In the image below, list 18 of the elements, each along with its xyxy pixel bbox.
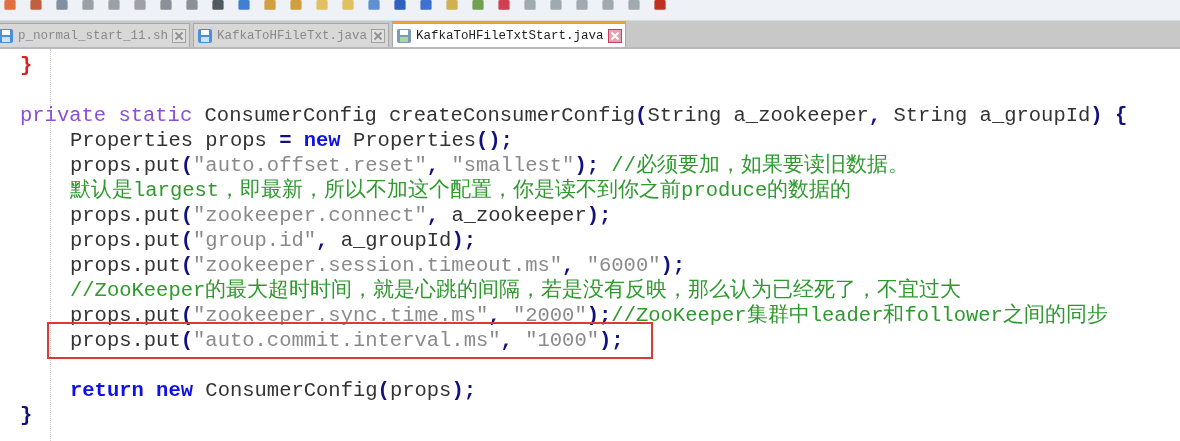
file-tab[interactable]: KafkaToHFileTxt.java — [193, 23, 390, 47]
file-tab[interactable]: p_normal_start_11.sh — [0, 23, 191, 47]
code-line: Properties props = new Properties(); — [70, 128, 513, 153]
close-icon[interactable] — [172, 28, 187, 43]
code-line: props.put("zookeeper.session.timeout.ms", "6000"); — [70, 253, 686, 278]
close-icon[interactable] — [371, 28, 386, 43]
file-tab[interactable]: KafkaToHFileTxtStart.java — [392, 21, 626, 47]
code-line: props.put("zookeeper.connect", a_zookeeper); — [70, 203, 612, 228]
code-line: //ZooKeeper的最大超时时间，就是心跳的间隔，若是没有反映，那么认为已经死了，不宜过大 — [70, 278, 962, 303]
code-line: } — [20, 53, 33, 78]
code-line: return new ConsumerConfig(props); — [70, 378, 476, 403]
code-line: private static ConsumerConfig createConsumerConfig(String a_zookeeper, String a_groupId) { — [20, 103, 1128, 128]
code-line: 默认是largest，即最新，所以不加这个配置，你是读不到你之前produce的数据的 — [70, 178, 852, 203]
code-line: props.put("auto.offset.reset", "smallest"); //必须要加，如果要读旧数据。 — [70, 153, 909, 178]
close-icon[interactable] — [607, 28, 622, 43]
code-line: props.put("group.id", a_groupId); — [70, 228, 476, 253]
code-line: props.put("auto.commit.interval.ms", "1000"); — [70, 328, 624, 353]
code-line: } — [20, 403, 33, 428]
